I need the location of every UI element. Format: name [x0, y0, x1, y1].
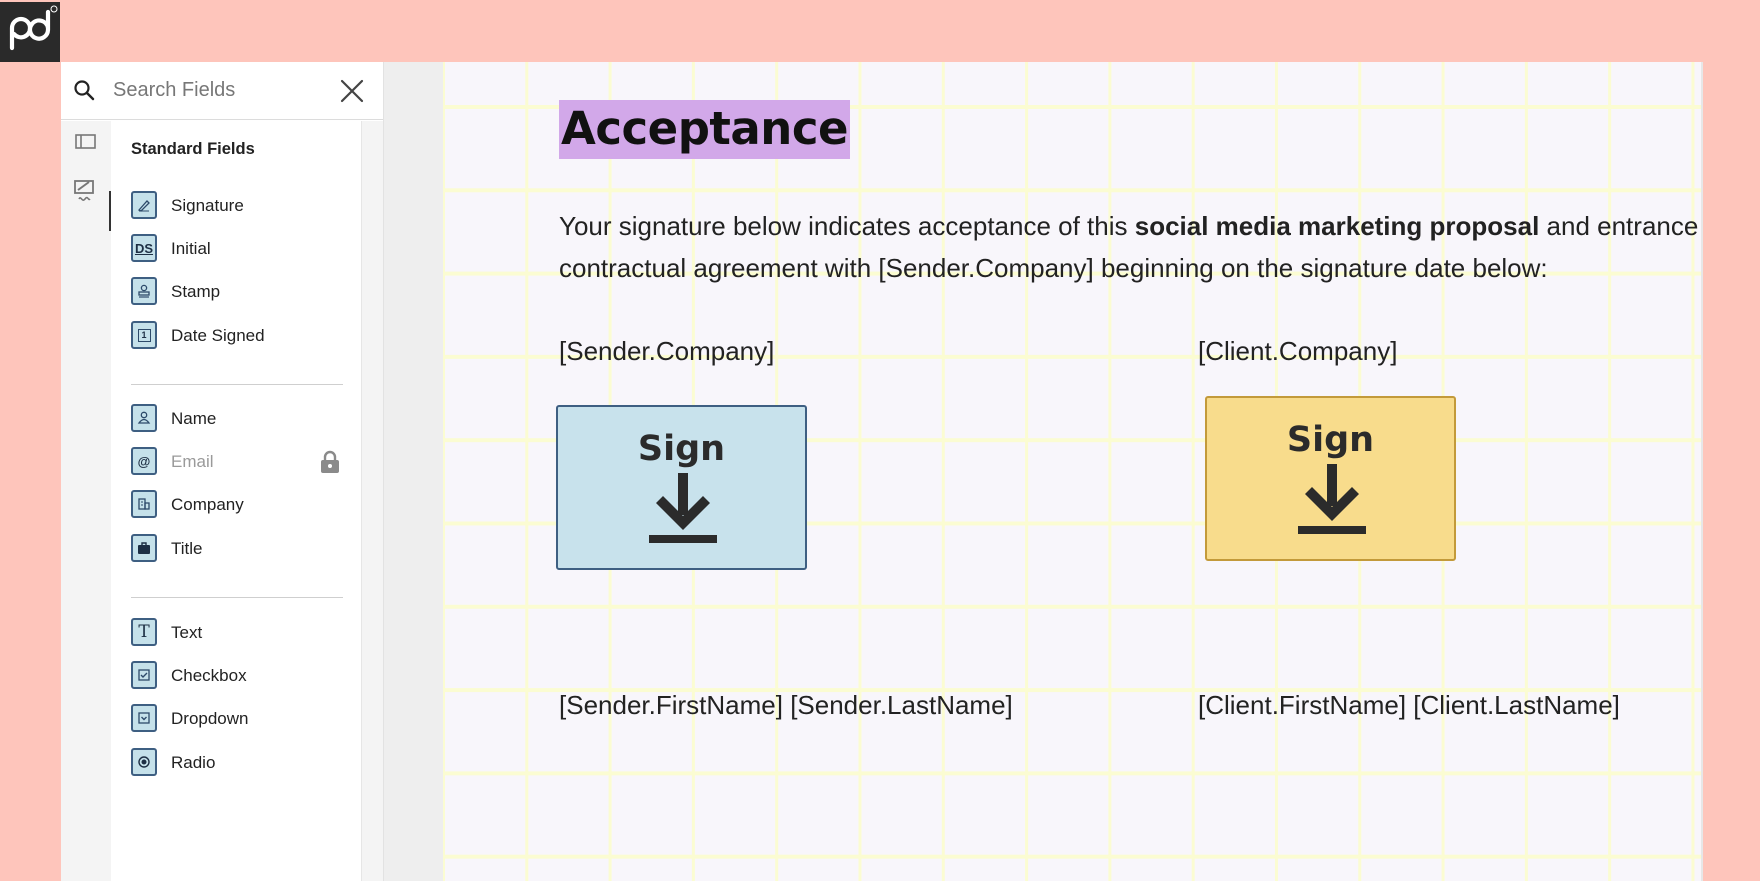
radio-icon — [131, 748, 157, 776]
client-signature-field[interactable]: Sign — [1205, 396, 1456, 561]
pandadoc-logo[interactable] — [0, 2, 60, 62]
field-label: Stamp — [171, 282, 221, 301]
section-title: Standard Fields — [131, 140, 255, 158]
divider — [131, 384, 343, 385]
sidebar-rail — [61, 121, 111, 881]
logo-mark-icon — [9, 5, 58, 51]
search-input[interactable] — [113, 72, 313, 108]
document-edge — [1701, 62, 1703, 881]
field-email: @ Email — [131, 446, 343, 478]
field-label: Radio — [171, 753, 216, 772]
field-company[interactable]: Company — [131, 489, 343, 521]
client-name-tag: [Client.FirstName] [Client.LastName] — [1198, 690, 1620, 720]
para-text: Your signature below indicates acceptanc… — [559, 211, 1135, 241]
at-icon: @ — [131, 447, 157, 475]
field-label: Checkbox — [171, 666, 247, 685]
field-stamp[interactable]: Stamp — [131, 276, 343, 308]
acceptance-paragraph: Your signature below indicates acceptanc… — [559, 205, 1701, 289]
checkbox-icon — [131, 661, 157, 689]
search-icon — [74, 80, 95, 101]
fields-sidebar: Standard Fields Signature DS Initial Sta… — [61, 62, 384, 881]
download-arrow-icon — [649, 473, 717, 543]
field-radio[interactable]: Radio — [131, 747, 343, 779]
field-dropdown[interactable]: Dropdown — [131, 703, 343, 735]
field-label: Signature — [171, 196, 244, 215]
field-checkbox[interactable]: Checkbox — [131, 660, 343, 692]
active-tab-indicator — [109, 191, 111, 231]
sign-label: Sign — [1286, 420, 1375, 460]
para-bold: social media marketing proposal — [1134, 211, 1540, 241]
field-label: Date Signed — [171, 326, 265, 345]
field-label: Email — [171, 452, 214, 471]
canvas-gutter — [384, 62, 443, 881]
building-icon — [131, 490, 157, 518]
para-text: and entrance into a — [1546, 211, 1701, 241]
calendar-icon: 1 — [131, 321, 157, 349]
document-page[interactable]: Acceptance Your signature below indicate… — [443, 62, 1701, 881]
person-icon — [131, 404, 157, 432]
close-icon[interactable] — [337, 76, 367, 106]
scrollbar[interactable] — [361, 121, 383, 881]
lock-icon — [321, 450, 339, 473]
dropdown-icon — [131, 704, 157, 732]
sender-name-tag: [Sender.FirstName] [Sender.LastName] — [559, 690, 1013, 720]
field-name[interactable]: Name — [131, 403, 343, 435]
search-bar — [61, 62, 383, 120]
document-heading: Acceptance — [559, 100, 851, 159]
sender-company-tag: [Sender.Company] — [559, 336, 775, 366]
pen-icon — [131, 191, 157, 219]
download-arrow-icon — [1298, 464, 1366, 534]
sender-signature-field[interactable]: Sign — [556, 405, 807, 570]
field-label: Initial — [171, 239, 211, 258]
field-initial[interactable]: DS Initial — [131, 233, 343, 265]
stamp-icon — [131, 277, 157, 305]
field-signature[interactable]: Signature — [131, 190, 343, 222]
sign-label: Sign — [637, 429, 726, 469]
divider — [131, 597, 343, 598]
field-text[interactable]: T Text — [131, 617, 343, 649]
field-title[interactable]: Title — [131, 533, 343, 565]
field-label: Text — [171, 623, 203, 642]
field-label: Dropdown — [171, 709, 249, 728]
panel-icon[interactable] — [73, 129, 99, 155]
text-icon: T — [131, 618, 157, 646]
client-company-tag: [Client.Company] — [1198, 336, 1398, 366]
para-text: contractual agreement with [Sender.Compa… — [559, 253, 1548, 283]
field-date-signed[interactable]: 1 Date Signed — [131, 320, 343, 352]
field-label: Company — [171, 495, 244, 514]
briefcase-icon — [131, 534, 157, 562]
signature-tool-icon[interactable] — [73, 177, 99, 203]
field-label: Name — [171, 409, 217, 428]
field-label: Title — [171, 539, 203, 558]
initials-icon: DS — [131, 234, 157, 262]
